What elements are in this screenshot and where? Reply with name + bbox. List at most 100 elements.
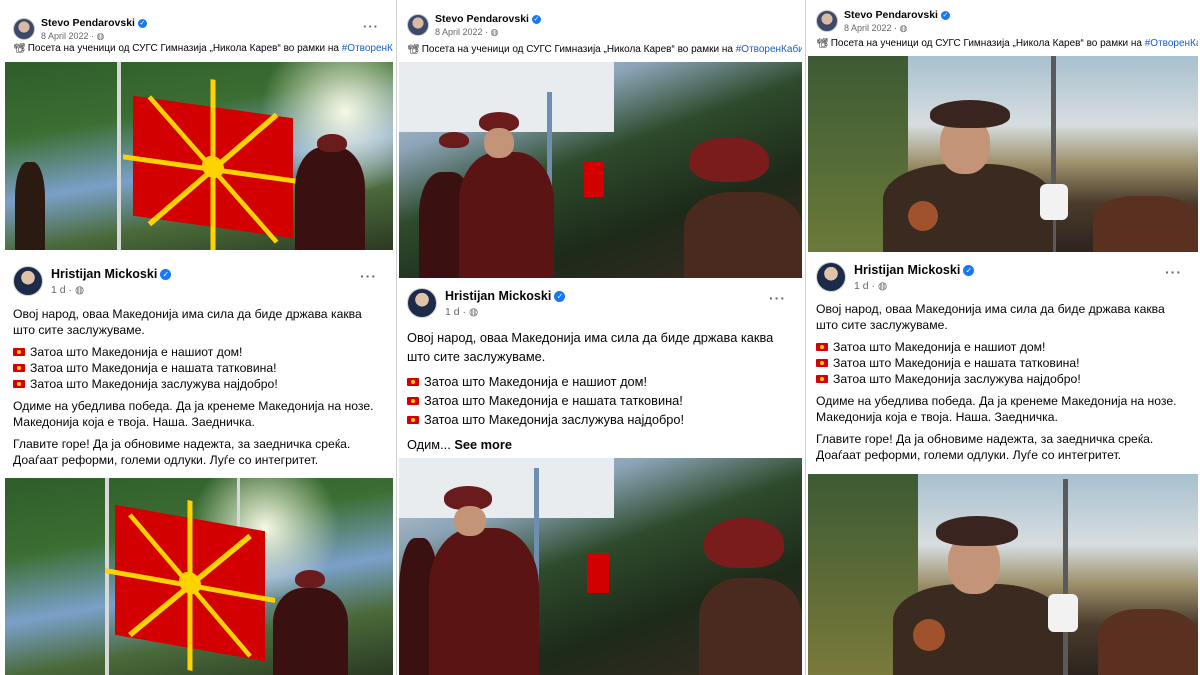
film-camera-icon: 📽 [816, 38, 829, 49]
paragraph-line: Македонија која е твоја. Наша. Заедничка… [13, 415, 255, 429]
guard-figure [295, 147, 365, 250]
intro-line: што сите заслужуваме. [816, 318, 948, 332]
honor-guard-photo-2[interactable] [399, 458, 802, 675]
macedonia-flag-emoji-icon [13, 348, 25, 356]
macedonia-flag-emoji-icon [407, 378, 419, 386]
reason-line: Затоа што Македонија е нашата татковина! [833, 356, 1080, 370]
post-body: Овој народ, оваа Македонија има сила да … [816, 301, 1194, 469]
caption-text: Посета на ученици од СУГС Гимназија „Ник… [27, 43, 339, 54]
post-time[interactable]: 1 d [445, 306, 460, 318]
paragraph-line: Доаѓаат реформи, големи одлуки. Луѓе со … [13, 453, 319, 467]
guard-figure [883, 164, 1053, 252]
intro-line: Овој народ, оваа Македонија има сила да … [407, 330, 774, 345]
post-date[interactable]: 8 April 2022 [41, 31, 89, 41]
comparison-panel-1: Stevo Pendarovski ✓ 8 April 2022 · ◍ ··· … [5, 0, 393, 675]
film-camera-icon: 📽 [407, 44, 420, 55]
verified-badge-icon: ✓ [963, 265, 975, 276]
globe-icon: ◍ [490, 27, 499, 37]
post-author-header: Hristijan Mickoski ✓ 1 d · ◍ ··· [816, 262, 1198, 302]
more-options-icon[interactable]: ··· [769, 290, 786, 306]
post-time[interactable]: 1 d [854, 280, 869, 292]
shared-post-caption: 📽 Посета на ученици од СУГС Гимназија „Ни… [13, 43, 393, 54]
paragraph-line: Доаѓаат реформи, големи одлуки. Луѓе со … [816, 448, 1122, 462]
guard-figure [429, 528, 539, 675]
shared-post-header: Stevo Pendarovski ✓ 8 April 2022 · ◍ [407, 8, 802, 48]
paragraph-line: Главите горе! Да ја обновиме надежта, за… [816, 432, 1154, 446]
more-options-icon[interactable]: ··· [1165, 264, 1182, 280]
honor-guard-photo[interactable] [399, 62, 802, 278]
reason-line: Затоа што Македонија заслужува најдобро! [833, 372, 1081, 386]
reason-line: Затоа што Македонија е нашата татковина! [30, 361, 277, 375]
verified-badge-icon: ✓ [137, 19, 147, 28]
caption-text: Посета на ученици од СУГС Гимназија „Ник… [421, 44, 733, 55]
panel-divider [396, 0, 397, 675]
reason-line: Затоа што Македонија заслужува најдобро! [424, 412, 685, 427]
author-name[interactable]: Hristijan Mickoski [445, 289, 551, 303]
verified-badge-icon: ✓ [160, 269, 172, 280]
guard-figure [459, 152, 554, 278]
post-body: Овој народ, оваа Македонија има сила да … [13, 306, 389, 474]
flag-raising-photo[interactable] [5, 62, 393, 250]
macedonian-flag [105, 500, 275, 671]
avatar[interactable] [816, 262, 846, 292]
author-name[interactable]: Hristijan Mickoski [854, 263, 960, 277]
see-more-link[interactable]: See more [454, 437, 512, 452]
avatar[interactable] [816, 10, 838, 32]
shared-post-caption: 📽 Посета на ученици од СУГС Гимназија „Ни… [816, 38, 1198, 49]
verified-badge-icon: ✓ [531, 15, 541, 24]
more-options-icon[interactable]: ··· [363, 19, 379, 34]
macedonia-flag-emoji-icon [407, 397, 419, 405]
intro-line: Овој народ, оваа Македонија има сила да … [13, 307, 362, 321]
shared-author-name[interactable]: Stevo Pendarovski [844, 9, 938, 21]
globe-icon: ◍ [96, 31, 105, 41]
post-date[interactable]: 8 April 2022 [435, 27, 483, 37]
intro-line: што сите заслужуваме. [407, 349, 546, 364]
avatar[interactable] [13, 266, 43, 296]
hashtag-link[interactable]: #ОтворенКабинет [736, 44, 802, 55]
avatar[interactable] [13, 18, 35, 40]
post-body: Овој народ, оваа Македонија има сила да … [407, 328, 798, 460]
paragraph-line: Одиме на убедлива победа. Да ја кренеме … [13, 399, 374, 413]
macedonia-flag-emoji-icon [407, 416, 419, 424]
intro-line: Овој народ, оваа Македонија има сила да … [816, 302, 1165, 316]
reason-line: Затоа што Македонија е нашата татковина! [424, 393, 683, 408]
macedonia-flag-emoji-icon [13, 380, 25, 388]
author-name[interactable]: Hristijan Mickoski [51, 267, 157, 281]
flag-raising-photo-2[interactable] [5, 478, 393, 675]
shared-author-name[interactable]: Stevo Pendarovski [435, 13, 529, 25]
paragraph-line: Македонија која е твоја. Наша. Заедничка… [816, 410, 1058, 424]
shared-post-caption: 📽 Посета на ученици од СУГС Гимназија „Ни… [407, 44, 802, 55]
guard-portrait-photo[interactable] [808, 56, 1198, 252]
reason-line: Затоа што Македонија е нашиот дом! [424, 374, 648, 389]
caption-text: Посета на ученици од СУГС Гимназија „Ник… [830, 38, 1142, 49]
guard-portrait-photo-2[interactable] [808, 474, 1198, 675]
verified-badge-icon: ✓ [940, 11, 950, 20]
reason-line: Затоа што Македонија е нашиот дом! [833, 340, 1046, 354]
intro-line: што сите заслужуваме. [13, 323, 145, 337]
post-author-header: Hristijan Mickoski ✓ 1 d · ◍ ··· [407, 288, 802, 328]
flagpole [117, 62, 121, 250]
film-camera-icon: 📽 [13, 43, 26, 54]
avatar[interactable] [407, 14, 429, 36]
post-date[interactable]: 8 April 2022 [844, 23, 892, 33]
globe-icon: ◍ [899, 23, 908, 33]
globe-icon: ◍ [74, 284, 85, 296]
macedonia-flag-emoji-icon [816, 359, 828, 367]
shared-author-name[interactable]: Stevo Pendarovski [41, 17, 135, 29]
hashtag-link[interactable]: #ОтворенКабинет [342, 43, 393, 54]
paragraph-line: Главите горе! Да ја обновиме надежта, за… [13, 437, 351, 451]
comparison-panel-3: Stevo Pendarovski ✓ 8 April 2022 · ◍ 📽 Пос… [808, 0, 1198, 675]
post-time[interactable]: 1 d [51, 284, 66, 296]
paragraph-line: Одиме на убедлива победа. Да ја кренеме … [816, 394, 1177, 408]
post-author-header: Hristijan Mickoski ✓ 1 d · ◍ ··· [13, 266, 393, 306]
reason-line: Затоа што Македонија е нашиот дом! [30, 345, 243, 359]
hashtag-link[interactable]: #ОтворенКабинет [1145, 38, 1198, 49]
macedonia-flag-emoji-icon [816, 375, 828, 383]
macedonian-flag [123, 79, 303, 250]
avatar[interactable] [407, 288, 437, 318]
guard-figure [273, 588, 348, 675]
reason-line: Затоа што Македонија заслужува најдобро! [30, 377, 278, 391]
globe-icon: ◍ [468, 306, 479, 318]
verified-badge-icon: ✓ [554, 291, 566, 302]
more-options-icon[interactable]: ··· [360, 268, 377, 284]
